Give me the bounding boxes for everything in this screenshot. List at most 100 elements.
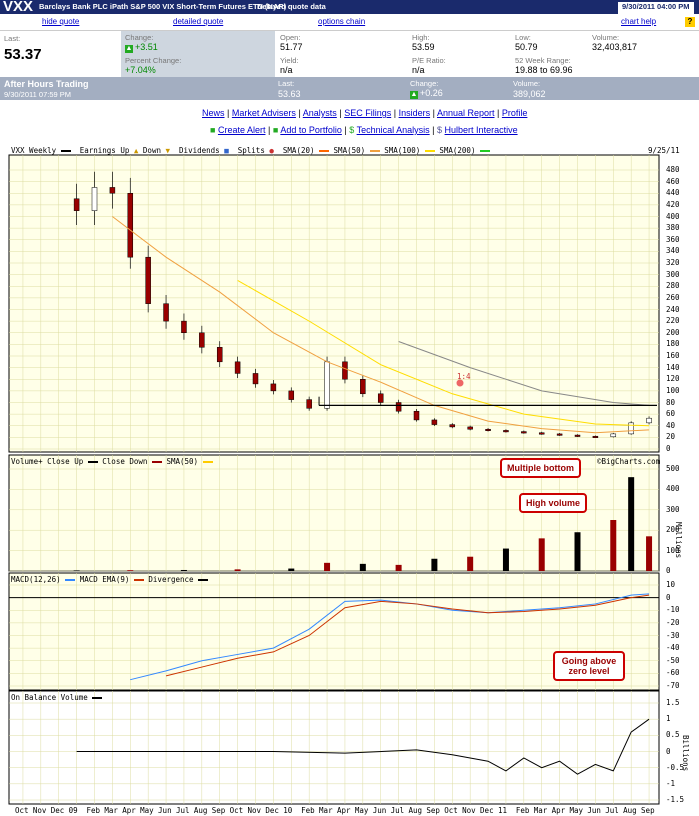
technical-analysis-link[interactable]: Technical Analysis	[357, 125, 430, 135]
legend-sma20: SMA(20)	[282, 146, 315, 155]
legend-title: VXX Weekly	[11, 146, 57, 155]
y-tick-label: -1.5	[666, 795, 685, 804]
x-tick-label: Nov	[247, 806, 262, 815]
candle-body	[413, 410, 420, 421]
volume-bar	[180, 569, 187, 571]
volume-bar	[628, 477, 635, 571]
candle-body	[199, 332, 205, 348]
x-tick-label: Feb	[301, 806, 315, 815]
split-marker-label: 1:4	[457, 372, 471, 381]
x-tick-label: Jun	[587, 806, 601, 815]
x-tick-label: Apr	[336, 806, 351, 815]
after-hours-bar: After Hours Trading 9/30/2011 07:59 PM L…	[0, 77, 699, 100]
pe-label: P/E Ratio:	[412, 56, 446, 65]
hulbert-link[interactable]: Hulbert Interactive	[445, 125, 518, 135]
volume-bar	[431, 558, 438, 571]
range-label: 52 Week Range:	[515, 56, 571, 65]
sec-filings-link[interactable]: SEC Filings	[344, 108, 391, 118]
range-cell: 52 Week Range: 19.88 to 69.96	[513, 54, 633, 77]
candle-body	[91, 187, 98, 211]
x-tick-label: Aug	[193, 806, 208, 815]
options-chain-link[interactable]: options chain	[318, 17, 365, 26]
candle-body	[377, 393, 384, 403]
hide-quote-link[interactable]: hide quote	[42, 17, 79, 26]
quote-datetime: 9/30/2011 04:00 PM	[618, 2, 694, 14]
candle-body	[485, 428, 491, 431]
tool-links: ■ Create Alert | ■ Add to Portfolio | $ …	[210, 125, 518, 135]
price-legend: VXX Weekly Earnings Up ▲ Down ▼ Dividend…	[11, 146, 490, 155]
x-tick-label: Sep	[426, 806, 440, 815]
create-alert-link[interactable]: Create Alert	[218, 125, 266, 135]
candle-body	[503, 430, 509, 433]
analysts-link[interactable]: Analysts	[303, 108, 337, 118]
symbol: VXX	[3, 0, 34, 15]
candle-body	[324, 361, 330, 409]
candle-body	[360, 379, 366, 395]
x-tick-label: May	[569, 806, 584, 815]
low-label: Low:	[515, 33, 531, 42]
x-tick-label: Feb	[86, 806, 101, 815]
candle-body	[306, 399, 312, 409]
y-tick-label: 1	[666, 714, 671, 724]
legend-sma200: SMA(200)	[439, 146, 476, 155]
after-hours-time: 9/30/2011 07:59 PM	[4, 90, 71, 99]
candle-body	[181, 320, 187, 333]
detailed-quote-link[interactable]: detailed quote	[173, 17, 223, 26]
y-tick-label: 1.5	[666, 698, 680, 707]
change-cell: Change: ▲ +3.51	[121, 31, 275, 54]
y-tick-label: 280	[666, 281, 680, 291]
delay-note: Delayed quote data	[257, 2, 326, 11]
y-tick-label: 440	[666, 188, 680, 198]
y-tick-label: 200	[666, 327, 680, 337]
range-value: 19.88 to 69.96	[515, 65, 573, 75]
legend-close-down: Close Down	[102, 457, 148, 466]
news-link[interactable]: News	[202, 108, 225, 118]
add-portfolio-link[interactable]: Add to Portfolio	[280, 125, 342, 135]
x-tick-label: Dec	[50, 806, 65, 815]
candle-body	[252, 373, 259, 385]
y-tick-label: 380	[666, 223, 680, 233]
obv-legend: On Balance Volume	[11, 693, 103, 702]
volume-legend-title: Volume+	[11, 457, 43, 466]
y-tick-label: 460	[666, 176, 680, 186]
y-tick-label: 40	[666, 420, 676, 430]
help-icon[interactable]: ?	[685, 17, 695, 27]
last-label: Last:	[4, 34, 21, 43]
x-tick-label: Dec	[265, 806, 279, 815]
open-label: Open:	[280, 33, 301, 42]
volume-bar	[359, 563, 366, 571]
annual-report-link[interactable]: Annual Report	[437, 108, 495, 118]
market-advisers-link[interactable]: Market Advisers	[232, 108, 296, 118]
y-tick-label: 80	[666, 397, 676, 407]
yield-label: Yield:	[280, 56, 299, 65]
dollar-icon: $	[437, 125, 443, 135]
x-tick-label: Oct	[14, 806, 29, 815]
x-tick-label: Jul	[605, 806, 619, 815]
y-tick-label: 400	[666, 484, 680, 494]
x-tick-label: Apr	[551, 806, 566, 815]
y-tick-label: 10	[666, 580, 676, 589]
y-tick-label: 240	[666, 304, 680, 314]
chart-date: 9/25/11	[648, 146, 680, 155]
candle-body	[449, 424, 456, 428]
insiders-link[interactable]: Insiders	[399, 108, 431, 118]
y-tick-label: 300	[666, 269, 680, 279]
triangle-up-icon: ▲	[133, 146, 139, 155]
technical-chart	[8, 154, 660, 805]
x-tick-label: Aug	[623, 806, 637, 815]
profile-link[interactable]: Profile	[502, 108, 528, 118]
x-tick-label: 10	[283, 806, 293, 815]
volume-bar	[467, 556, 474, 571]
x-tick-label: Jul	[390, 806, 405, 815]
x-tick-label: Jul	[175, 806, 190, 815]
macd-legend: MACD(12,26) MACD EMA(9) Divergence	[11, 575, 209, 584]
volume-bar	[538, 538, 545, 571]
y-tick-label: -70	[666, 681, 680, 690]
y-tick-label: 60	[666, 409, 676, 419]
dividend-icon: ■	[224, 146, 229, 155]
chart-help-link[interactable]: chart help	[621, 17, 656, 26]
last-price: 53.37	[4, 46, 42, 63]
high-volume-callout: High volume	[519, 493, 588, 513]
x-tick-label: Feb	[515, 806, 530, 815]
candle-body	[521, 431, 527, 434]
